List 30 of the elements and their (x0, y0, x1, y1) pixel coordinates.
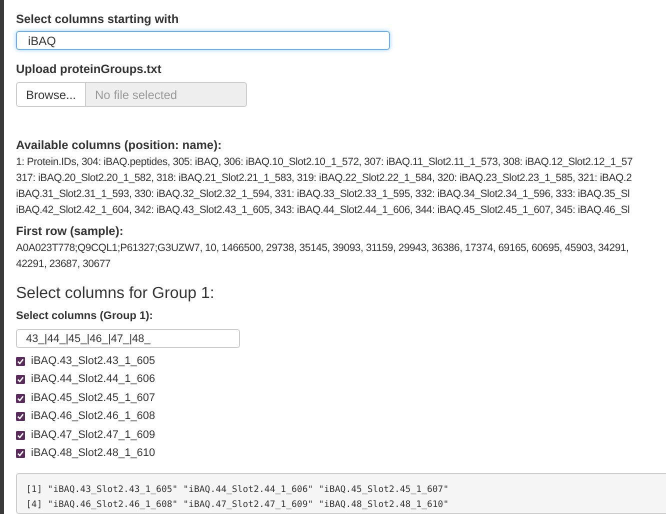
checkbox-label: iBAQ.43_Slot2.43_1_605 (31, 354, 156, 368)
input-field[interactable]: 43_|44_|45_|46_|47_|48_ (16, 329, 240, 348)
file-field[interactable]: No file selected (86, 82, 248, 107)
column-list-line: iBAQ.42_Slot2.42_1_604, 342: iBAQ.43_Slot2.43_1_605, 343: iBAQ.44_Slot2.44_1_606, 344: iBAQ.45_Slot2.45_1_607, 345: iBAQ.46_Sl (16, 203, 631, 218)
section-label: Available columns (position: name): (16, 138, 223, 152)
checkbox-label: iBAQ.48_Slot2.48_1_610 (31, 447, 156, 460)
sample-row-line: 42291, 23687, 30677 (16, 257, 112, 272)
checkbox[interactable] (16, 412, 25, 422)
checkbox-label: iBAQ.47_Slot2.47_1_609 (31, 428, 156, 442)
checkbox[interactable] (16, 375, 25, 384)
output-line: [1] "iBAQ.43_Slot2.43_1_605" "iBAQ.44_Slot2.44_1_606" "iBAQ.45_Slot2.45_1_607" (26, 484, 450, 497)
checkbox[interactable] (16, 356, 25, 366)
checkbox[interactable] (16, 394, 25, 403)
group-heading: Select columns for Group 1: (16, 285, 216, 303)
checkbox[interactable] (16, 449, 25, 458)
column-list-line: 1: Protein.IDs, 304: iBAQ.peptides, 305: iBAQ, 306: iBAQ.10_Slot2.10_1_572, 307: iBAQ.11_Slot2.11_1_573, 308: iBAQ.12_Slot2.12_1_57 (16, 155, 634, 170)
field-label: Upload proteinGroups.txt (16, 62, 162, 76)
input-field[interactable]: iBAQ (16, 31, 390, 50)
section-label: First row (sample): (16, 224, 124, 238)
browse-button[interactable]: Browse... (16, 82, 86, 107)
field-label: Select columns starting with (16, 12, 180, 26)
checkbox-label: iBAQ.46_Slot2.46_1_608 (31, 410, 156, 424)
field-label: Select columns (Group 1): (16, 310, 154, 323)
checkbox-label: iBAQ.44_Slot2.44_1_606 (31, 373, 156, 386)
output-line: [4] "iBAQ.46_Slot2.46_1_608" "iBAQ.47_Slot2.47_1_609" "iBAQ.48_Slot2.48_1_610" (26, 499, 450, 512)
checkbox[interactable] (16, 430, 25, 440)
column-list-line: 317: iBAQ.20_Slot2.20_1_582, 318: iBAQ.21_Slot2.21_1_583, 319: iBAQ.22_Slot2.22_1_584, 320: iBAQ.23_Slot2.23_1_585, 321: iBAQ.2 (16, 171, 633, 186)
checkbox-label: iBAQ.45_Slot2.45_1_607 (31, 392, 156, 405)
column-list-line: iBAQ.31_Slot2.31_1_593, 330: iBAQ.32_Slot2.32_1_594, 331: iBAQ.33_Slot2.33_1_595, 332: iBAQ.34_Slot2.34_1_596, 333: iBAQ.35_Sl (16, 187, 631, 202)
sample-row-line: A0A023T778;Q9CQL1;P61327;G3UZW7, 10, 1466500, 29738, 35145, 39093, 31159, 29943, 36386, 17374, 69165, 60695, 45903, 34291, (16, 241, 630, 256)
